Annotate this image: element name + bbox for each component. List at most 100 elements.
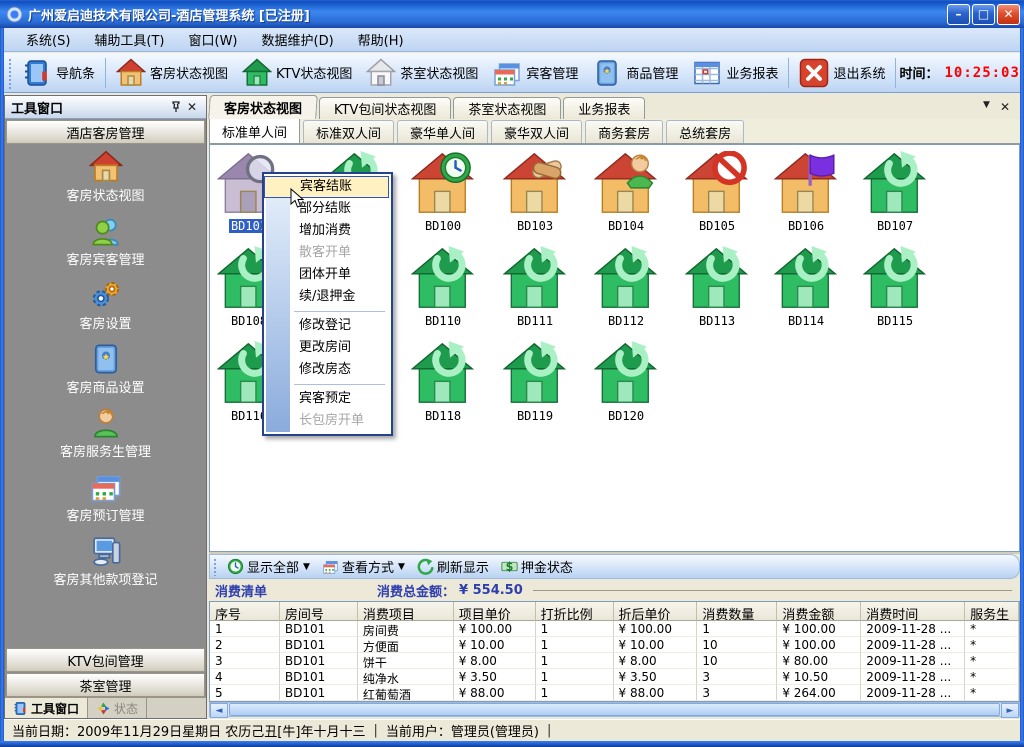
menubar-item-1[interactable]: 辅助工具(T) <box>82 27 176 52</box>
table-horizontal-scrollbar[interactable]: ◄ ► <box>209 702 1020 717</box>
context-menu-item-7[interactable]: 更改房间 <box>290 337 389 359</box>
room-BD112[interactable]: BD112 <box>594 246 658 328</box>
toolbar-button-5[interactable]: 宾客管理 <box>485 55 585 91</box>
scroll-right-icon[interactable]: ► <box>1001 703 1019 718</box>
toolbar-button-6[interactable]: 商品管理 <box>585 55 685 91</box>
room-BD103[interactable]: BD103 <box>503 151 567 233</box>
room-BD110[interactable]: BD110 <box>411 246 475 328</box>
tab-close-icon[interactable]: ✕ <box>1000 100 1010 114</box>
toolbar-grip[interactable] <box>7 57 13 89</box>
room-BD114[interactable]: BD114 <box>774 246 838 328</box>
table-header-1[interactable]: 房间号 <box>280 602 358 621</box>
room-type-tab-2[interactable]: 豪华单人间 <box>397 120 488 143</box>
table-header-4[interactable]: 打折比例 <box>536 602 614 621</box>
room-BD115[interactable]: BD115 <box>863 246 927 328</box>
room-BD106[interactable]: BD106 <box>774 151 838 233</box>
room-BD107[interactable]: BD107 <box>863 151 927 233</box>
scroll-left-icon[interactable]: ◄ <box>210 703 228 718</box>
room-BD111[interactable]: BD111 <box>503 246 567 328</box>
table-row[interactable]: 5BD101红葡萄酒¥ 88.001¥ 88.003¥ 264.002009-1… <box>210 685 1019 701</box>
table-header-8[interactable]: 消费时间 <box>861 602 965 621</box>
sidebar-bottom-tab-1[interactable]: 状态 <box>88 698 147 718</box>
maximize-button[interactable]: □ <box>972 4 995 25</box>
table-header-9[interactable]: 服务生 <box>965 602 1019 621</box>
consumption-toolbar-button-2[interactable]: 刷新显示 <box>411 555 495 578</box>
context-menu-item-3[interactable]: 散客开单 <box>290 242 389 264</box>
sidebar-item-5[interactable]: 客房预订管理 <box>5 470 206 534</box>
table-header-0[interactable]: 序号 <box>210 602 280 621</box>
room-type-tab-0[interactable]: 标准单人间 <box>209 116 300 143</box>
tab-list-dropdown-icon[interactable]: ▼ <box>983 100 990 114</box>
pin-icon[interactable] <box>168 99 184 115</box>
menubar-item-2[interactable]: 窗口(W) <box>177 27 250 52</box>
room-type-tab-4[interactable]: 商务套房 <box>585 120 663 143</box>
scrollbar-thumb[interactable] <box>229 703 1000 716</box>
table-cell: BD101 <box>280 653 358 669</box>
sidebar-item-4[interactable]: 客房服务生管理 <box>5 406 206 470</box>
toolbar-button-7[interactable]: 业务报表 <box>685 55 785 91</box>
sidebar-item-3[interactable]: 客房商品设置 <box>5 342 206 406</box>
menubar-item-4[interactable]: 帮助(H) <box>346 27 416 52</box>
table-header-3[interactable]: 项目单价 <box>454 602 536 621</box>
table-header-5[interactable]: 折后单价 <box>614 602 698 621</box>
menubar-item-0[interactable]: 系统(S) <box>14 27 82 52</box>
table-row[interactable]: 2BD101方便面¥ 10.001¥ 10.0010¥ 100.002009-1… <box>210 637 1019 653</box>
toolbar-button-9[interactable]: 退出系统 <box>792 55 892 91</box>
room-type-tab-5[interactable]: 总统套房 <box>666 120 744 143</box>
sidebar-group-0[interactable]: KTV包间管理 <box>6 648 205 672</box>
sidebar-item-0[interactable]: 客房状态视图 <box>5 150 206 214</box>
context-menu-item-2[interactable]: 增加消费 <box>290 220 389 242</box>
table-header-6[interactable]: 消费数量 <box>697 602 777 621</box>
room-BD113[interactable]: BD113 <box>685 246 749 328</box>
room-type-tab-1[interactable]: 标准双人间 <box>303 120 394 143</box>
toolbar-button-3[interactable]: KTV状态视图 <box>235 55 359 91</box>
notebook-icon <box>13 701 28 716</box>
table-header-7[interactable]: 消费金额 <box>777 602 861 621</box>
close-button[interactable]: ✕ <box>997 4 1020 25</box>
context-menu-item-9[interactable]: 宾客预定 <box>290 388 389 410</box>
room-BD104[interactable]: BD104 <box>594 151 658 233</box>
menubar-item-3[interactable]: 数据维护(D) <box>250 27 346 52</box>
consumption-toolbar-button-3[interactable]: $ 押金状态 <box>495 555 579 578</box>
room-state-vacant-icon <box>774 299 838 313</box>
sidebar-item-2[interactable]: 客房设置 <box>5 278 206 342</box>
table-cell: 10 <box>697 637 777 653</box>
total-amount-value: ¥ 554.50 <box>459 583 523 598</box>
context-menu-item-10[interactable]: 长包房开单 <box>290 410 389 432</box>
table-row[interactable]: 4BD101纯净水¥ 3.501¥ 3.503¥ 10.502009-11-28… <box>210 669 1019 685</box>
sidebar-item-6[interactable]: 客房其他款项登记 <box>5 534 206 598</box>
table-row[interactable]: 1BD101房间费¥ 100.001¥ 100.001¥ 100.002009-… <box>210 621 1019 637</box>
context-menu-item-8[interactable]: 修改房态 <box>290 359 389 381</box>
workspace-tab-0[interactable]: 客房状态视图 <box>208 95 318 119</box>
minimize-button[interactable]: – <box>947 4 970 25</box>
room-BD120[interactable]: BD120 <box>594 341 658 423</box>
tool-window-header[interactable]: 工具窗口 ✕ <box>5 96 206 119</box>
toolbar-grip[interactable] <box>213 558 218 576</box>
context-menu-item-0[interactable]: 宾客结账 <box>264 176 389 198</box>
table-header-2[interactable]: 消费项目 <box>358 602 454 621</box>
context-menu-item-4[interactable]: 团体开单 <box>290 264 389 286</box>
consumption-toolbar-button-1[interactable]: 查看方式 ▼ <box>316 555 411 578</box>
sidebar-group-hotel-rooms[interactable]: 酒店客房管理 <box>6 120 205 144</box>
table-row[interactable]: 3BD101饼干¥ 8.001¥ 8.0010¥ 80.002009-11-28… <box>210 653 1019 669</box>
context-menu-item-6[interactable]: 修改登记 <box>290 315 389 337</box>
consumption-toolbar-button-0[interactable]: 显示全部 ▼ <box>221 555 316 578</box>
sidebar-group-1[interactable]: 茶室管理 <box>6 673 205 697</box>
toolbar-button-4[interactable]: 茶室状态视图 <box>359 55 485 91</box>
toolbar-button-0[interactable]: 导航条 <box>15 55 102 91</box>
room-BD105[interactable]: BD105 <box>685 151 749 233</box>
workspace-tab-2[interactable]: 茶室状态视图 <box>453 97 561 119</box>
room-BD119[interactable]: BD119 <box>503 341 567 423</box>
sidebar-item-label: 客房商品设置 <box>66 377 144 396</box>
room-BD100[interactable]: BD100 <box>411 151 475 233</box>
room-BD118[interactable]: BD118 <box>411 341 475 423</box>
sidebar-bottom-tab-0[interactable]: 工具窗口 <box>5 698 88 718</box>
context-menu-item-5[interactable]: 续/退押金 <box>290 286 389 308</box>
workspace-tab-3[interactable]: 业务报表 <box>563 97 645 119</box>
workspace-tab-1[interactable]: KTV包间状态视图 <box>319 97 451 119</box>
toolbar-button-2[interactable]: 客房状态视图 <box>109 55 235 91</box>
room-type-tab-3[interactable]: 豪华双人间 <box>491 120 582 143</box>
title-bar[interactable]: 广州爱启迪技术有限公司-酒店管理系统 [已注册] – □ ✕ <box>0 0 1024 28</box>
tool-window-close-icon[interactable]: ✕ <box>184 99 200 115</box>
sidebar-item-1[interactable]: 客房宾客管理 <box>5 214 206 278</box>
